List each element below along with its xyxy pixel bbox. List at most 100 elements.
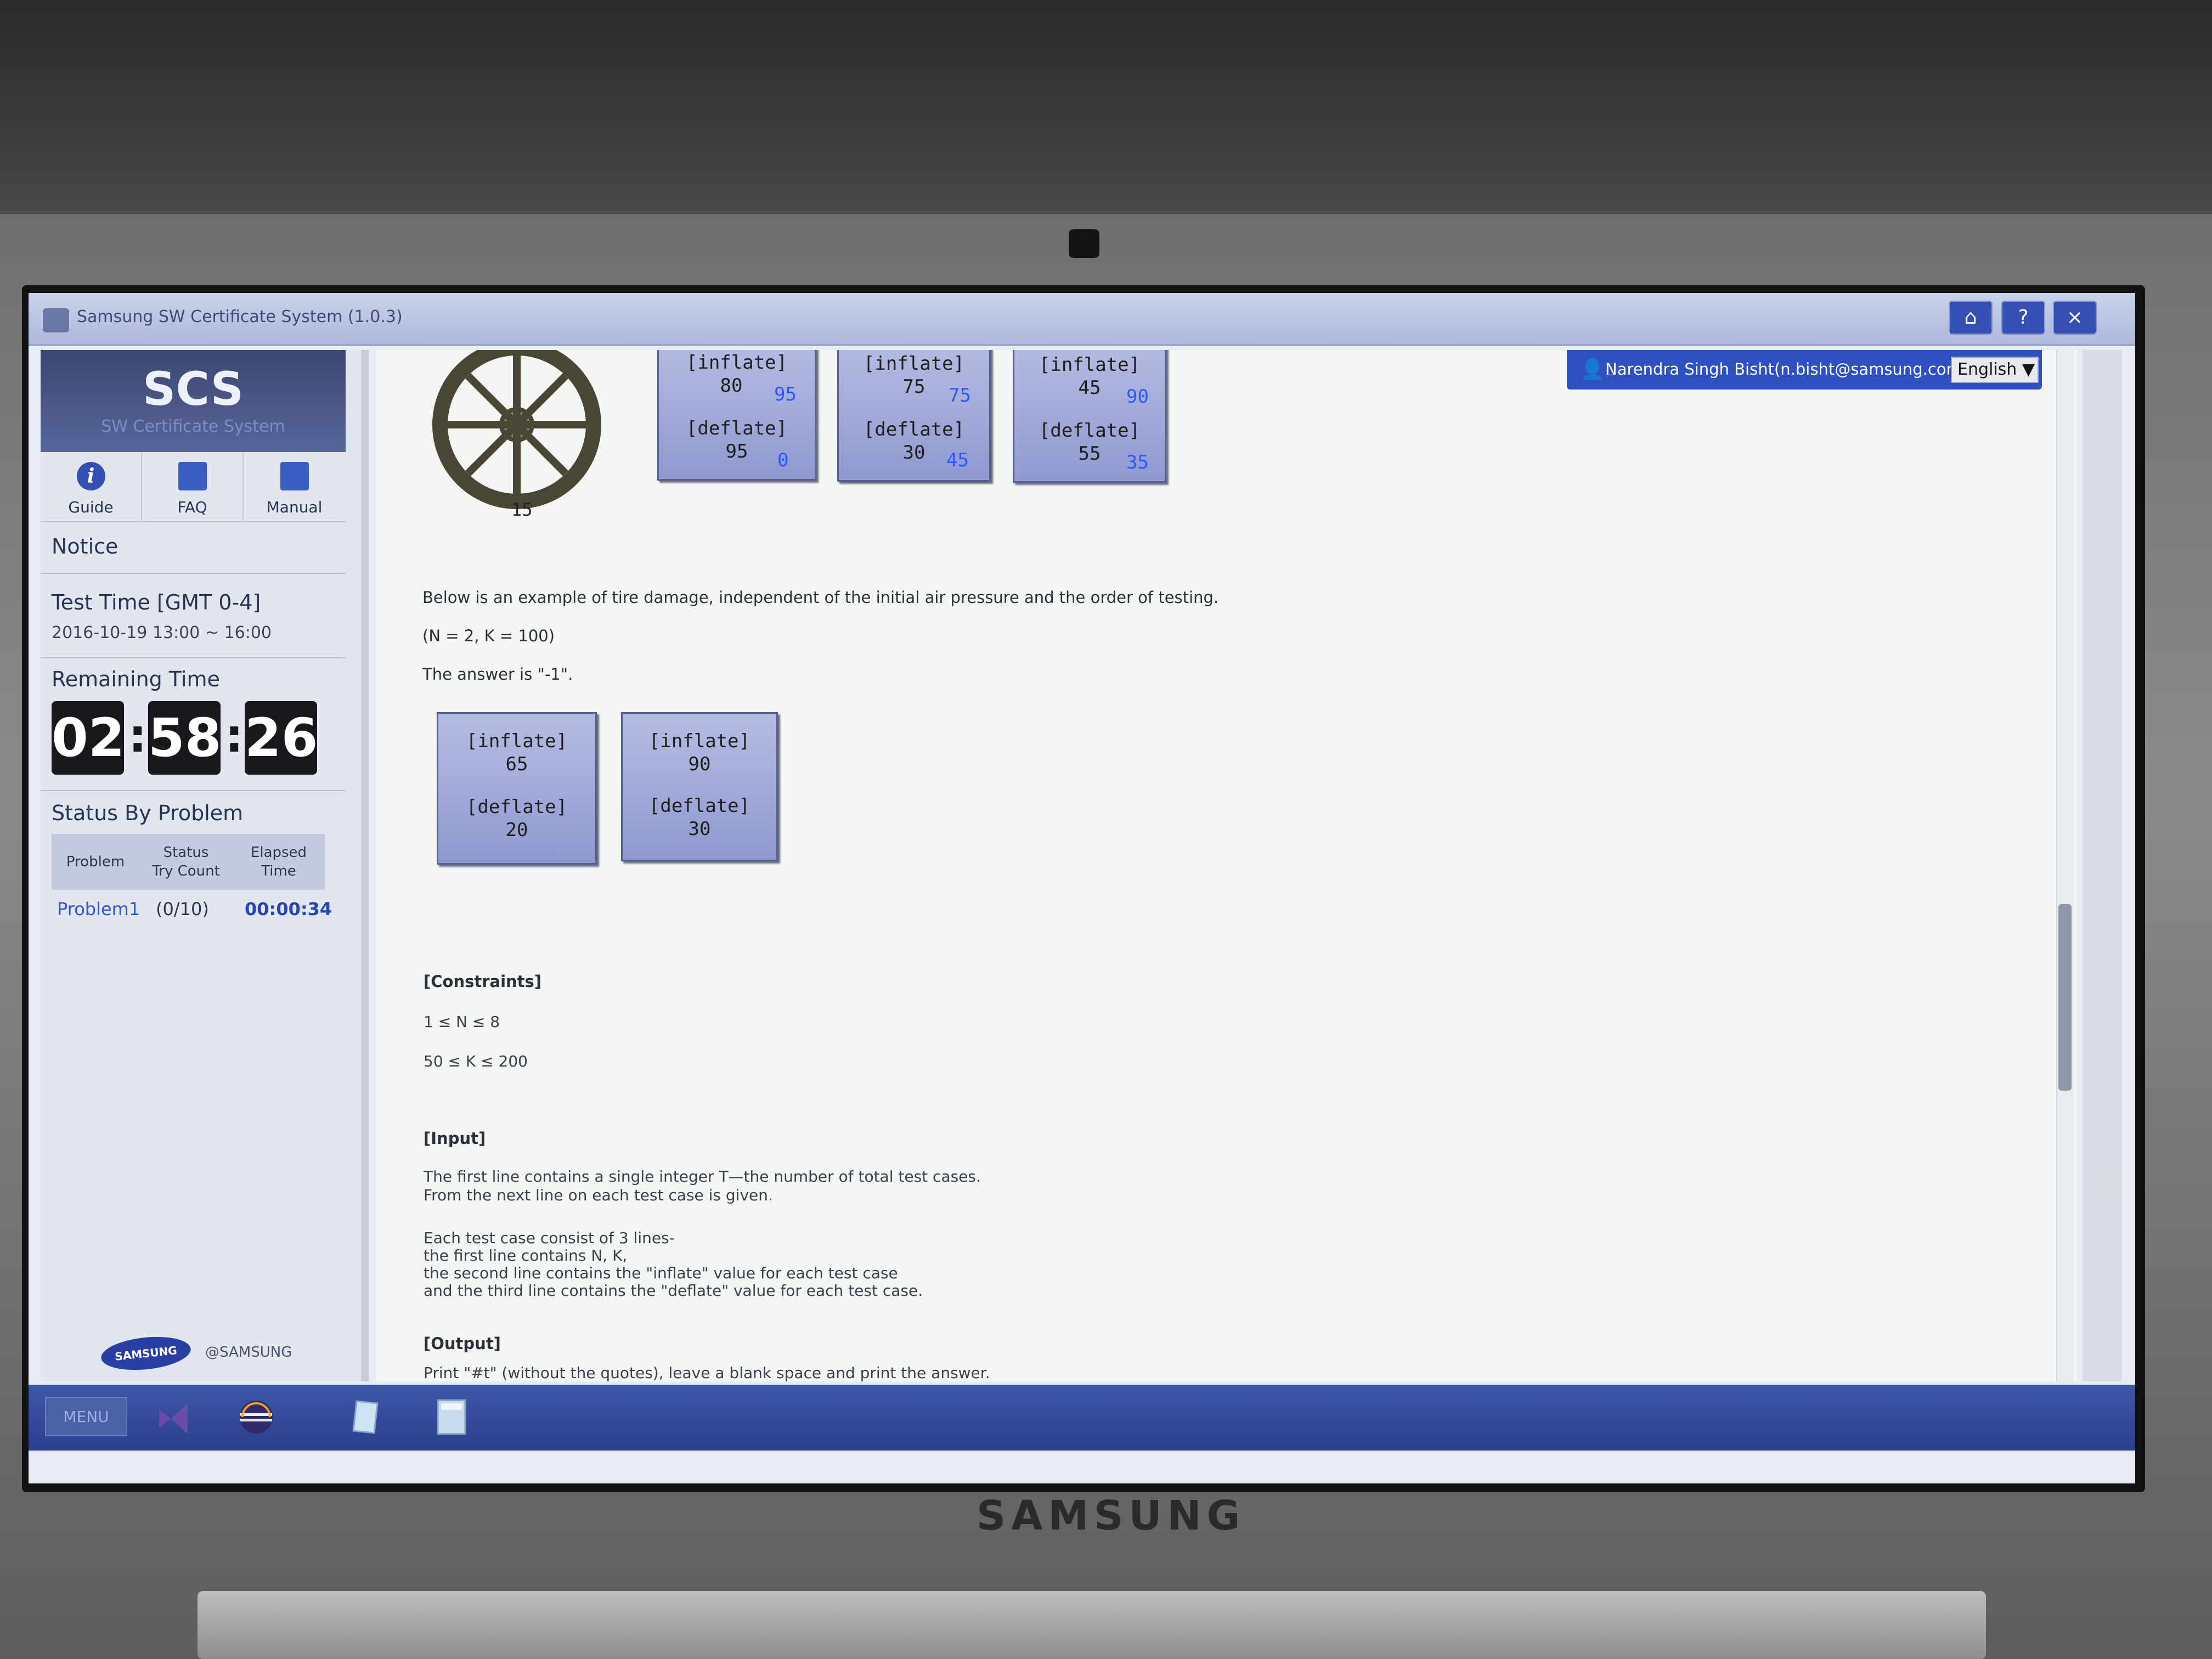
info-icon: i — [76, 462, 105, 490]
inflate-label: [inflate] — [863, 353, 965, 375]
eclipse-icon[interactable] — [237, 1398, 275, 1436]
window-title: Samsung SW Certificate System (1.0.3) — [77, 307, 403, 326]
mouse-cursor-icon — [2109, 1176, 2121, 1195]
device-brand-label: SAMSUNG — [977, 1492, 1246, 1539]
output-line: Print "#t" (without the quotes), leave a… — [424, 1364, 990, 1381]
webcam — [1069, 229, 1099, 258]
inflate-label: [inflate] — [686, 352, 788, 374]
example-intro: Below is an example of tire damage, inde… — [422, 588, 1219, 607]
guide-link[interactable]: i Guide — [41, 452, 142, 522]
scs-logo: SCS SW Certificate System — [41, 350, 346, 452]
background-wall — [0, 0, 2212, 219]
tire-box: [inflate] 75 75 [deflate] 30 45 — [837, 350, 991, 482]
close-button[interactable]: × — [2053, 301, 2097, 335]
result-value: 95 — [774, 383, 797, 405]
user-name: Narendra Singh Bisht(n.bisht@samsung.com… — [1605, 360, 1968, 379]
scrollbar-thumb[interactable] — [2058, 904, 2072, 1091]
notice-link[interactable]: Notice — [52, 534, 118, 558]
constraint-item: 1 ≤ N ≤ 8 — [424, 1013, 500, 1031]
result-value: 90 — [1126, 386, 1149, 408]
inflate-value: 65 — [505, 753, 528, 775]
faq-book-icon — [178, 462, 207, 490]
result-value: 35 — [1126, 452, 1149, 473]
input-line: The first line contains a single integer… — [424, 1167, 981, 1186]
timer-colon: : — [128, 709, 147, 763]
timer-seconds: 26 — [245, 701, 318, 775]
input-line: the first line contains N, K, — [424, 1246, 628, 1265]
header-status-try-count: Status Try Count — [152, 844, 220, 879]
deflate-label: [deflate] — [466, 796, 568, 818]
user-icon: 👤 — [1580, 358, 1605, 381]
manual-link[interactable]: Manual — [244, 452, 345, 522]
language-select[interactable]: English ▼ — [1951, 357, 2039, 383]
app-logo-icon — [43, 308, 69, 332]
example-answer: The answer is "-1". — [422, 665, 573, 684]
inflate-label: [inflate] — [648, 730, 751, 752]
result-value: 0 — [777, 449, 789, 471]
guide-label: Guide — [68, 498, 114, 516]
constraint-item: 50 ≤ K ≤ 200 — [424, 1052, 528, 1070]
problem-content: 15 [inflate] 80 95 [deflate] 95 0 [infla… — [376, 350, 2077, 1381]
faq-link[interactable]: FAQ — [142, 452, 244, 522]
laptop-hinge — [198, 1591, 1986, 1659]
inflate-label: [inflate] — [1039, 354, 1141, 376]
deflate-value: 95 — [725, 441, 748, 462]
window-titlebar: Samsung SW Certificate System (1.0.3) ⌂ … — [29, 293, 2135, 346]
status-by-problem-label: Status By Problem — [52, 801, 244, 825]
test-time-value: 2016-10-19 13:00 ~ 16:00 — [52, 623, 272, 642]
header-elapsed-time: Elapsed Time — [250, 844, 307, 879]
menu-button[interactable]: MENU — [45, 1397, 127, 1436]
inflate-value: 90 — [688, 753, 711, 775]
quick-links: i Guide FAQ Manual — [41, 452, 346, 522]
result-value: 75 — [949, 385, 971, 407]
faq-label: FAQ — [177, 498, 207, 516]
tire-box: [inflate] 90 [deflate] 30 — [621, 712, 778, 861]
divider — [41, 573, 346, 574]
timer-colon: : — [225, 709, 244, 763]
tire-box: [inflate] 45 90 [deflate] 55 35 — [1013, 350, 1166, 483]
manual-book-icon — [280, 462, 309, 490]
input-line: and the third line contains the "deflate… — [424, 1282, 923, 1300]
input-line: From the next line on each test case is … — [424, 1186, 773, 1204]
logo-title: SCS — [142, 362, 244, 416]
remaining-time-label: Remaining Time — [52, 667, 220, 691]
home-button[interactable]: ⌂ — [1949, 301, 1993, 335]
problem-link[interactable]: Problem1 — [57, 899, 140, 919]
divider — [41, 790, 346, 791]
footer-copyright: @SAMSUNG — [205, 1344, 292, 1361]
deflate-value: 30 — [688, 818, 711, 840]
deflate-label: [deflate] — [648, 795, 751, 817]
divider — [41, 657, 346, 658]
app-screen: Samsung SW Certificate System (1.0.3) ⌂ … — [29, 293, 2135, 1483]
deflate-value: 20 — [505, 819, 528, 841]
timer-minutes: 58 — [148, 701, 222, 775]
wheel-icon — [432, 350, 601, 509]
taskbar: MENU — [29, 1385, 2135, 1451]
deflate-label: [deflate] — [1039, 420, 1141, 442]
tire-box: [inflate] 65 [deflate] 20 — [437, 712, 597, 865]
test-time-label: Test Time [GMT 0-4] — [52, 590, 261, 614]
input-line: Each test case consist of 3 lines- — [424, 1229, 675, 1247]
right-margin — [2083, 350, 2122, 1381]
visual-studio-icon[interactable] — [155, 1398, 193, 1436]
inflate-label: [inflate] — [466, 730, 568, 752]
deflate-label: [deflate] — [686, 417, 788, 439]
constraints-title: [Constraints] — [424, 972, 542, 991]
example-params: (N = 2, K = 100) — [422, 627, 555, 645]
input-title: [Input] — [424, 1129, 486, 1148]
wheel-label: 15 — [511, 499, 533, 520]
notepad-icon[interactable] — [347, 1398, 385, 1436]
help-button[interactable]: ? — [2001, 301, 2045, 335]
user-badge: 👤 Narendra Singh Bisht(n.bisht@samsung.c… — [1567, 350, 2042, 390]
tire-box: [inflate] 80 95 [deflate] 95 0 — [657, 350, 816, 481]
deflate-label: [deflate] — [863, 419, 965, 441]
elapsed-time: 00:00:34 — [245, 899, 332, 919]
scrollbar[interactable] — [2056, 350, 2074, 1381]
input-line: the second line contains the "inflate" v… — [424, 1264, 898, 1282]
samsung-logo: SAMSUNG — [99, 1333, 193, 1374]
try-count: (0/10) — [156, 899, 209, 919]
calculator-icon[interactable] — [432, 1398, 471, 1436]
sidebar: SCS SW Certificate System i Guide FAQ Ma… — [41, 350, 369, 1381]
status-table-header: Problem Status Try Count Elapsed Time — [52, 834, 325, 890]
manual-label: Manual — [266, 498, 323, 516]
